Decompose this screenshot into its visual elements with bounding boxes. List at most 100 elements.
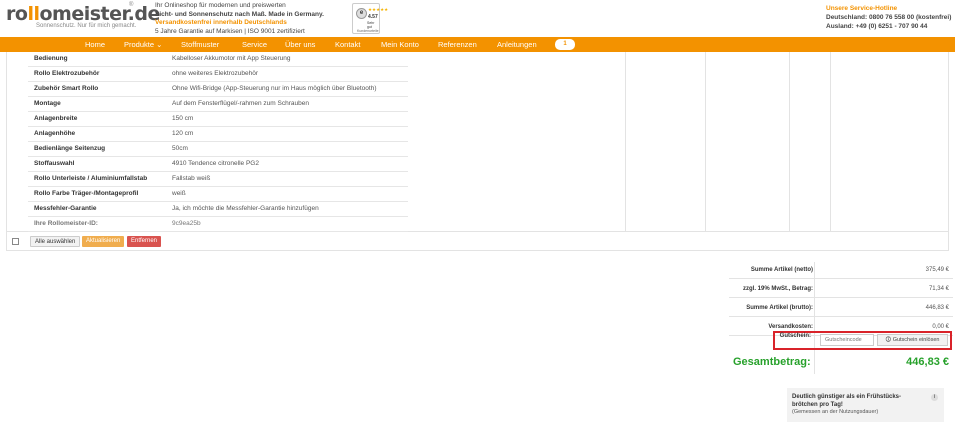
attribute-row: Rollo Elektrozubehör ohne weiteres Elektr… [28,67,408,82]
attribute-name: Anlagenbreite [34,115,78,122]
trusted-score: 4.57 [368,14,378,20]
redeem-coupon-label: Gutschein einlösen [892,337,940,343]
attribute-value: weiß [172,190,186,197]
totals-value: 375,49 € [925,267,949,273]
price-info-box: Deutlich günstiger als ein Frühstücks- b… [787,388,944,422]
nav-item-stoffmuster[interactable]: Stoffmuster [181,40,219,49]
info-icon: 🛈 [885,337,892,343]
claim-line-1: Ihr Onlineshop für modernen und preiswer… [155,2,286,9]
attribute-row: Ihre Rollomeister-ID: 9c9ea25b [28,217,408,232]
attribute-value: Fallstab weiß [172,175,211,182]
total-label: Gesamtbetrag: [733,356,811,368]
coupon-label: Gutschein: [779,333,811,339]
info-title-line-2: brötchen pro Tag! [792,402,843,408]
info-title-line-1: Deutlich günstiger als ein Frühstücks- [792,394,902,400]
cart-icon[interactable]: 1 [555,39,575,50]
attribute-value: Ja, ich möchte die Messfehler-Garantie h… [172,205,319,212]
attribute-row: Bedienlänge Seitenzug 50cm [28,142,408,157]
column-divider [625,52,626,232]
claim-line-3: Versandkostenfrei innerhalb Deutschlands [155,19,287,26]
attribute-name: Messfehler-Garantie [34,205,97,212]
attribute-name: Stoffauswahl [34,160,75,167]
column-divider [830,52,831,232]
logo[interactable]: rollomeister.de [6,3,160,25]
nav-item-referenzen[interactable]: Referenzen [438,40,477,49]
attribute-value: 9c9ea25b [172,220,201,227]
nav-item-service[interactable]: Service [242,40,267,49]
totals-row: Summe Artikel (brutto): 446,83 € [729,300,953,317]
attribute-value: ohne weiteres Elektrozubehör [172,70,258,77]
attribute-row: Zubehör Smart Rollo Ohne Wifi-Bridge (App… [28,82,408,97]
column-divider [789,52,790,232]
logo-text-post: omeister.de [39,3,160,25]
nav-item-produkte[interactable]: Produkte ⌄ [124,40,162,49]
trusted-sub: Kundenurteile [357,29,379,33]
attribute-row: Anlagenhöhe 120 cm [28,127,408,142]
attribute-name: Bedienung [34,55,68,62]
info-title: Deutlich günstiger als ein Frühstücks- b… [792,393,901,409]
totals-value: 71,34 € [928,286,949,292]
coupon-code-input[interactable] [820,334,874,346]
totals-label: Summe Artikel (netto) [750,267,813,273]
hotline-germany[interactable]: Deutschland: 0800 76 558 00 (kostenfrei) [826,13,951,22]
attribute-name: Anlagenhöhe [34,130,76,137]
logo-text-mid: ll [27,3,40,25]
attribute-row: Messfehler-Garantie Ja, ich möchte die Me… [28,202,408,217]
remove-button[interactable]: Entfernen [127,236,162,247]
logo-text-pre: ro [6,3,28,25]
nav-item-mein-konto[interactable]: Mein Konto [381,40,419,49]
nav-item-kontakt[interactable]: Kontakt [335,40,360,49]
attribute-row: Rollo Farbe Träger-/Montageprofil weiß [28,187,408,202]
totals-label: zzgl. 19% MwSt., Betrag: [742,286,813,292]
hotline-title: Unsere Service-Hotline [826,5,898,12]
trusted-shops-badge[interactable]: e ★★★★★ 4.57 Sehr gut Kundenurteile [352,3,388,34]
attribute-value: Ohne Wifi-Bridge (App-Steuerung nur im H… [172,85,377,92]
attribute-row: Montage Auf dem Fensterflügel/-rahmen zum… [28,97,408,112]
attribute-value: 120 cm [172,130,194,137]
attribute-row: Anlagenbreite 150 cm [28,112,408,127]
nav-item-ueber-uns[interactable]: Über uns [285,40,315,49]
logo-registered-mark: ® [129,2,134,8]
attribute-name: Ihre Rollomeister-ID: [34,220,98,227]
update-button[interactable]: Aktualisieren [82,236,125,247]
main-navigation: Home Produkte ⌄ Stoffmuster Service Über… [0,37,955,52]
nav-item-home[interactable]: Home [85,40,105,49]
logo-slogan: Sonnenschutz. Nur für mich gemacht. [36,23,137,29]
attribute-row: Stoffauswahl 4910 Tendence citronelle PG2 [28,157,408,172]
attribute-value: Auf dem Fensterflügel/-rahmen zum Schrau… [172,100,309,107]
attribute-row: Rollo Unterleiste / Aluminiumfallstab Fal… [28,172,408,187]
totals-value: 446,83 € [925,305,949,311]
hotline-abroad[interactable]: Ausland: +49 (0) 6251 - 707 90 44 [826,22,951,31]
attribute-value: 4910 Tendence citronelle PG2 [172,160,259,167]
info-subtitle: (Gemessen an der Nutzungsdauer) [792,409,879,415]
attribute-value: Kabelloser Akkumotor mit App Steuerung [172,55,291,62]
attribute-name: Rollo Unterleiste / Aluminiumfallstab [34,175,148,182]
claim-line-4: 5 Jahre Garantie auf Markisen | ISO 9001… [155,27,305,35]
attribute-value: 50cm [172,145,188,152]
total-value: 446,83 € [906,356,949,368]
totals-row: zzgl. 19% MwSt., Betrag: 71,34 € [729,281,953,298]
attribute-name: Rollo Elektrozubehör [34,70,100,77]
rating-stars-icon: ★★★★★ [368,7,389,12]
attribute-name: Bedienlänge Seitenzug [34,145,106,152]
info-icon[interactable]: i [931,394,938,401]
nav-item-anleitungen[interactable]: Anleitungen [497,40,537,49]
claim-line-2: Sicht- und Sonnenschutz nach Maß. Made i… [155,10,324,18]
select-all-button[interactable]: Alle auswählen [30,236,81,247]
attribute-value: 150 cm [172,115,194,122]
redeem-coupon-button[interactable]: 🛈 Gutschein einlösen [877,334,948,346]
totals-row: Summe Artikel (netto) 375,49 € [729,262,953,279]
total-divider [814,352,815,374]
trusted-seal-icon: e [356,8,367,19]
site-header: rollomeister.de ® Sonnenschutz. Nur für … [0,0,955,37]
trusted-label: Sehr gut [367,21,375,29]
cart-count: 1 [563,41,567,47]
attribute-name: Zubehör Smart Rollo [34,85,99,92]
service-hotline: Unsere Service-Hotline Deutschland: 0800… [826,4,951,31]
attribute-name: Rollo Farbe Träger-/Montageprofil [34,190,139,197]
attribute-name: Montage [34,100,61,107]
totals-label: Summe Artikel (brutto): [746,305,813,311]
select-item-checkbox[interactable] [12,238,19,245]
column-divider [705,52,706,232]
attribute-row: Bedienung Kabelloser Akkumotor mit App St… [28,52,408,67]
